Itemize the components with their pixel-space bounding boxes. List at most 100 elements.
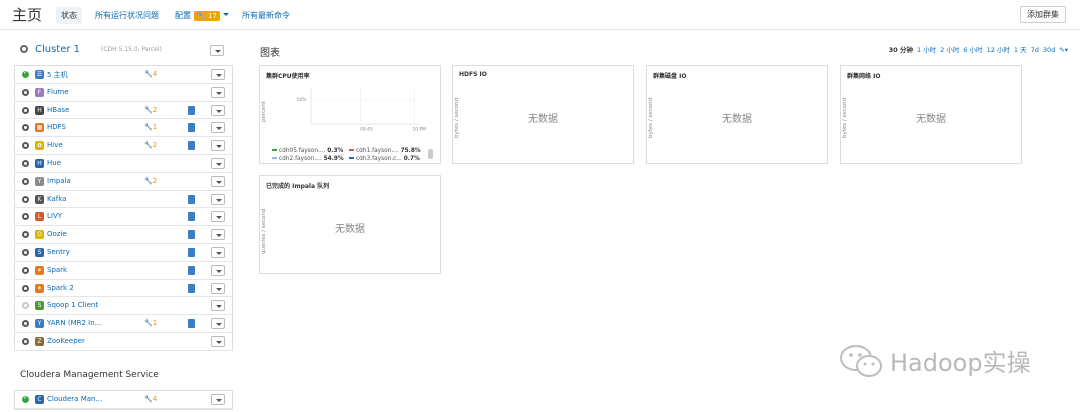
stale-config-icon[interactable] [188,212,195,222]
service-name-link[interactable]: Hive [47,141,63,149]
time-range-option[interactable]: 30 分钟 [889,46,913,54]
service-name-link[interactable]: HDFS [47,123,66,131]
time-range-option[interactable]: 12 小时 [987,46,1010,54]
config-warning[interactable]: 🔧2 [144,106,157,114]
service-actions-dropdown[interactable] [211,122,225,134]
time-range-option[interactable]: 6 小时 [963,46,982,54]
stale-config-icon[interactable] [188,123,195,133]
chart-title: 已完成的 Impala 队列 [266,183,330,190]
tab-health-issues[interactable]: 所有运行状况问题 [95,10,159,21]
service-actions-dropdown[interactable] [211,104,225,116]
service-row: Y YARN (MR2 In... 🔧1 [15,315,232,333]
tab-configuration-label: 配置 [175,11,191,20]
health-status-icon [22,231,29,239]
service-name-link[interactable]: Sentry [47,248,70,256]
service-actions-dropdown[interactable] [211,86,225,98]
service-actions-dropdown[interactable] [211,318,225,330]
config-warning[interactable]: 🔧4 [144,70,157,78]
time-range-option[interactable]: 1 天 [1014,46,1027,54]
config-warning-count: 4 [152,395,158,403]
chart-ylabel: percent [261,100,267,122]
chart-card-cpu: 集群CPU使用率 percent 50% 09:45 10 PM cdh05.fay… [259,65,441,164]
config-issues-badge[interactable]: 🔧 17 [194,11,220,21]
config-issues-count: 17 [207,12,217,20]
add-cluster-button[interactable]: 添加群集 [1020,6,1066,23]
config-warning[interactable]: 🔧1 [144,319,157,327]
cluster-actions-dropdown[interactable] [210,45,224,56]
time-range-option[interactable]: 1 小时 [917,46,936,54]
service-name-link[interactable]: LIVY [47,212,62,220]
service-name-link[interactable]: 5 主机 [47,70,68,80]
service-name-link[interactable]: Cloudera Man... [47,395,102,403]
legend-swatch [349,149,354,151]
stale-config-icon[interactable] [188,247,195,257]
service-actions-dropdown[interactable] [211,264,225,276]
stale-config-icon[interactable] [188,194,195,204]
service-actions-dropdown[interactable] [211,211,225,223]
legend-row: cdh05.fayson.... 0.3% cdh1.fayson.... 75.… [272,148,422,156]
service-actions-dropdown[interactable] [211,175,225,187]
cluster-name-link[interactable]: Cluster 1 [35,44,80,55]
service-actions-dropdown[interactable] [211,229,225,241]
stale-config-icon[interactable] [188,105,195,115]
service-name-link[interactable]: YARN (MR2 In... [47,319,101,327]
wrench-icon: 🔧 [144,105,153,114]
service-actions-dropdown[interactable] [211,282,225,294]
time-range-option[interactable]: 7d [1031,46,1039,54]
service-row: ✶ Spark [15,262,232,280]
config-warning-count: 1 [152,123,158,132]
service-name-link[interactable]: Oozie [47,230,67,238]
service-name-link[interactable]: Spark [47,266,67,274]
tab-recent-commands[interactable]: 所有最新命令 [242,10,290,21]
health-status-icon [22,284,29,292]
legend-series-name: cdh3.fayson.c... [356,156,402,162]
spark-icon: ✶ [35,265,44,275]
stale-config-icon[interactable] [188,230,195,240]
health-status-icon [22,337,29,345]
service-name-link[interactable]: Impala [47,177,71,185]
impala-icon: Y [35,176,44,186]
stale-config-icon[interactable] [188,265,195,275]
time-range-option[interactable]: 2 小时 [940,46,959,54]
time-range-option[interactable]: 30d [1043,46,1055,54]
service-list: ☰5 主机🔧4FFlumeHHBase🔧2▦HDFS🔧1✿Hive🔧2HHueY… [14,65,233,351]
service-name-link[interactable]: Hue [47,159,61,167]
config-warning[interactable]: 🔧2 [144,141,157,149]
service-actions-dropdown[interactable] [211,193,225,205]
config-warning[interactable]: 🔧2 [144,177,157,185]
y-tick-label: 50% [297,97,307,103]
health-status-icon [22,124,29,132]
service-actions-dropdown[interactable] [211,246,225,258]
edit-pencil-icon[interactable]: ✎▾ [1059,46,1068,54]
service-actions-dropdown[interactable] [211,300,225,312]
stale-config-icon[interactable] [188,319,195,329]
service-name-link[interactable]: HBase [47,106,69,114]
config-warning[interactable]: 🔧1 [144,123,157,131]
service-actions-dropdown[interactable] [211,335,225,347]
service-name-link[interactable]: ZooKeeper [47,337,85,345]
service-name-link[interactable]: Kafka [47,195,66,203]
legend-scrollbar[interactable] [428,149,433,159]
service-actions-dropdown[interactable] [211,140,225,152]
legend-series-name: cdh05.fayson.... [279,148,326,154]
chart-card-hdfs-io: HDFS IO bytes / second 无数据 [452,65,634,164]
service-name-link[interactable]: Sqoop 1 Client [47,301,98,309]
service-row: S Sqoop 1 Client [15,297,232,316]
service-name-link[interactable]: Spark 2 [47,284,74,292]
service-actions-dropdown[interactable] [211,157,225,169]
tab-status[interactable]: 状态 [56,7,82,24]
spark2-icon: ✶ [35,283,44,293]
stale-config-icon[interactable] [188,141,195,151]
zookeeper-icon: Z [35,336,44,346]
hive-icon: ✿ [35,141,44,151]
page-title: 主页 [12,6,43,24]
service-actions-dropdown[interactable] [211,69,225,80]
service-name-link[interactable]: Flume [47,88,69,96]
cpu-chart-legend: cdh05.fayson.... 0.3% cdh1.fayson.... 75.… [272,148,422,164]
stale-config-icon[interactable] [188,283,195,293]
config-warning-count: 1 [152,319,158,328]
cloudera-manager-icon: C [35,395,44,404]
service-actions-dropdown[interactable] [211,394,225,405]
tab-configuration[interactable]: 配置 🔧 17 [175,10,229,21]
config-warning[interactable]: 🔧4 [144,395,157,403]
